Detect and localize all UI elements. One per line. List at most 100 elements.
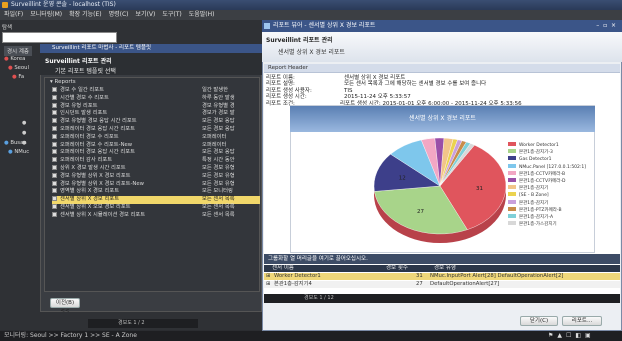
menu-tools[interactable]: 도구(T)	[162, 11, 181, 18]
list-item[interactable]: 센서별 상위 X 시뮬레이션 경보 리포트 모든 센서 목록	[52, 211, 260, 219]
legend-swatch	[508, 206, 516, 211]
template-label: 경보 유형별 상위 X 경보 리포트-New	[60, 180, 144, 187]
template-desc: 모든 경보 유형	[202, 172, 235, 179]
template-icon	[52, 87, 57, 92]
print-button[interactable]: 리포트...	[562, 316, 602, 326]
meta-row: 리포트 생성 시간: 2015-11-24 오후 5:33:57	[266, 94, 616, 100]
window-controls-icon[interactable]: – ▫ ×	[596, 20, 616, 32]
legend-swatch	[508, 149, 516, 154]
template-label: 오퍼레이터 경보 응답 시간 리포트	[60, 149, 135, 156]
expand-icon[interactable]: ⊞	[266, 273, 270, 280]
menu-view[interactable]: 보기(V)	[136, 11, 156, 18]
menu-extensions[interactable]: 확장 기능(E)	[69, 11, 101, 18]
tree-item[interactable]: ● Fa	[12, 74, 24, 81]
template-icon	[52, 133, 57, 139]
list-item[interactable]: 경보 유형별 경보 응답 시간 리포트 모든 경보 응답	[52, 118, 260, 125]
list-item[interactable]: 시간별 경보 수 리포트 하루 동안 발생	[52, 94, 260, 102]
template-desc: 모든 경보 유형	[202, 180, 235, 187]
legend-entry: Worker Detector1	[508, 142, 593, 149]
meta-value: 2015-11-24 오후 5:33:57	[344, 94, 411, 101]
tree-bullets: ● ● ●	[22, 120, 27, 146]
template-label: 오퍼레이터 감사 리포트	[60, 157, 113, 164]
legend-label: 본관1층-감지기-A	[519, 215, 554, 221]
col-sensor-name[interactable]: 센서 이름	[272, 265, 294, 272]
legend-label: 본관1층-PTZ카메라-B	[519, 207, 562, 213]
template-label: 상위 X 경보 발생 시간 리포트	[60, 165, 126, 171]
report-window-title: 리포트 뷰어 - 센서별 상위 X 경보 리포트	[273, 22, 376, 29]
template-desc: 모든 센서 목록	[202, 204, 235, 210]
tree-item[interactable]: ● Seoul	[8, 65, 29, 72]
legend-swatch	[508, 214, 516, 219]
legend-swatch	[508, 156, 516, 161]
meta-key: 리포트 설명:	[266, 81, 295, 88]
wizard-title: Surveillint 리포트 마법사 - 리포트 템플릿	[52, 45, 152, 51]
template-desc: 경보 유형별 경	[202, 102, 235, 109]
list-item[interactable]: 경보 유형별 상위 X 경보 리포트-New 모든 경보 유형	[52, 180, 260, 188]
report-meta: 리포트 이름: 센서별 상위 X 경보 리포트 리포트 설명: 모든 센서 목록과 그…	[266, 75, 616, 109]
col-alarm-count[interactable]: 경보 횟수	[386, 265, 408, 272]
list-item[interactable]: 센서별 상위 X 오보 경보 리포트 모든 센서 목록	[52, 204, 260, 211]
menu-file[interactable]: 파일(F)	[4, 11, 23, 18]
list-item[interactable]: 오퍼레이터 경보 응답 시간 리포트 모든 경보 응답	[52, 149, 260, 156]
tab-hierarchy[interactable]: 경시 계층	[4, 46, 32, 56]
list-item[interactable]: 상위 X 경보 발생 시간 리포트 모든 경보 유형	[52, 165, 260, 172]
col-alarm-type[interactable]: 경보 유형	[434, 265, 456, 272]
grid-pager-label: 경보도 1 / 12	[304, 295, 334, 301]
status-text: 모니터링: Seoul >> Factory 1 >> SE - A Zone	[4, 332, 137, 339]
list-item[interactable]: 오퍼레이터 경보 응답 시간 리포트 모든 경보 응답	[52, 126, 260, 133]
template-icon	[52, 196, 57, 202]
list-item[interactable]: 경보 유형별 상위 X 경보 리포트 모든 경보 유형	[52, 172, 260, 180]
legend-label: 본관1층-감지기	[519, 200, 549, 206]
legend-entry: 본관1층-감지기	[508, 199, 593, 207]
group-by-bar[interactable]: 그룹화할 열 머리글을 여기로 끌어오십시오.	[264, 254, 620, 264]
template-icon	[52, 149, 57, 155]
page-tabs-label: 경보도 1 / 2	[118, 320, 145, 326]
list-item[interactable]: 인시던트 발생 리포트 경보가 경보 발	[52, 110, 260, 117]
tree-item[interactable]: ● NMuc	[8, 149, 29, 156]
page-tabs[interactable]: 경보도 1 / 2	[88, 319, 198, 328]
template-desc: 모든 경보 유형	[202, 165, 235, 171]
legend-label: Worker Detector1	[519, 143, 559, 148]
menu-help[interactable]: 도움말(H)	[189, 11, 215, 18]
expand-icon[interactable]: ⊞	[266, 281, 270, 288]
back-button[interactable]: 이전(B) <<	[50, 298, 80, 314]
template-icon	[52, 110, 57, 116]
pie-data-label: 31	[476, 186, 483, 192]
legend-label: 본관1층-CCTV카메라-B	[519, 171, 566, 177]
report-titlebar: 리포트 뷰어 - 센서별 상위 X 경보 리포트 – ▫ ×	[262, 20, 622, 32]
grid-pager[interactable]: 경보도 1 / 12	[264, 294, 620, 303]
legend-swatch	[508, 221, 516, 226]
meta-value: 모든 센서 목록과 그에 해당하는 센서별 경보 수를 보여 줍니다	[344, 81, 487, 88]
list-item[interactable]: 오퍼레이터 경보 수 리포트-New 오퍼레이터	[52, 141, 260, 149]
list-item[interactable]: 경보 수 일간 리포트 일간 발생한	[52, 87, 260, 94]
list-item[interactable]: 센서별 상위 X 경보 리포트 모든 센서 목록	[52, 196, 260, 204]
cell-type: DefaultOperationAlert[27]	[430, 281, 500, 287]
legend-entry: 본관1층-감지기-A	[508, 214, 593, 221]
list-item[interactable]: 오퍼레이터 감사 리포트 특정 시간 동안	[52, 157, 260, 164]
legend-entry: Gas Detector1	[508, 156, 593, 163]
table-row[interactable]: ⊞ 본관1층-감지기4 27 DefaultOperationAlert[27]	[264, 281, 620, 288]
template-desc: 모든 경보 응답	[202, 126, 235, 132]
legend-entry: 본관1층-CCTV카메라-B	[508, 170, 593, 178]
template-label: 영역별 상위 X 경보 리포트	[60, 188, 120, 195]
menu-monitor[interactable]: 모니터링(M)	[30, 11, 62, 18]
list-item[interactable]: 오퍼레이터 경보 수 리포트 오퍼레이터	[52, 133, 260, 141]
wizard-header-subtitle: 기본 리포트 템플릿 선택	[55, 68, 116, 75]
template-label: 경보 유형 리포트	[60, 102, 98, 109]
list-item[interactable]: 경보 유형 리포트 경보 유형별 경	[52, 102, 260, 110]
template-icon	[52, 188, 57, 194]
wizard-header-title: Surveillint 리포트 관리	[45, 58, 112, 65]
list-item[interactable]: 영역별 상위 X 경보 리포트 모든 모니터링	[52, 188, 260, 195]
table-row[interactable]: ⊞ Worker Detector1 31 NMuc.InputPort Ale…	[264, 273, 620, 280]
menu-command[interactable]: 명령(C)	[109, 11, 129, 18]
close-button[interactable]: 닫기(C)	[520, 316, 558, 326]
cell-type: NMuc.InputPort Alert[28] DefaultOperatio…	[430, 273, 564, 279]
template-icon	[52, 94, 57, 100]
legend-label: 본관1층-CCTV카메라-D	[519, 179, 566, 185]
pie-chart: 27 31 12	[373, 137, 507, 243]
template-desc: 모든 모니터링	[202, 188, 233, 195]
search-input[interactable]	[2, 32, 117, 43]
tree-item[interactable]: ● Korea	[4, 56, 25, 63]
template-root[interactable]: ▾ Reports	[50, 79, 76, 85]
template-desc: 오퍼레이터	[202, 133, 227, 140]
